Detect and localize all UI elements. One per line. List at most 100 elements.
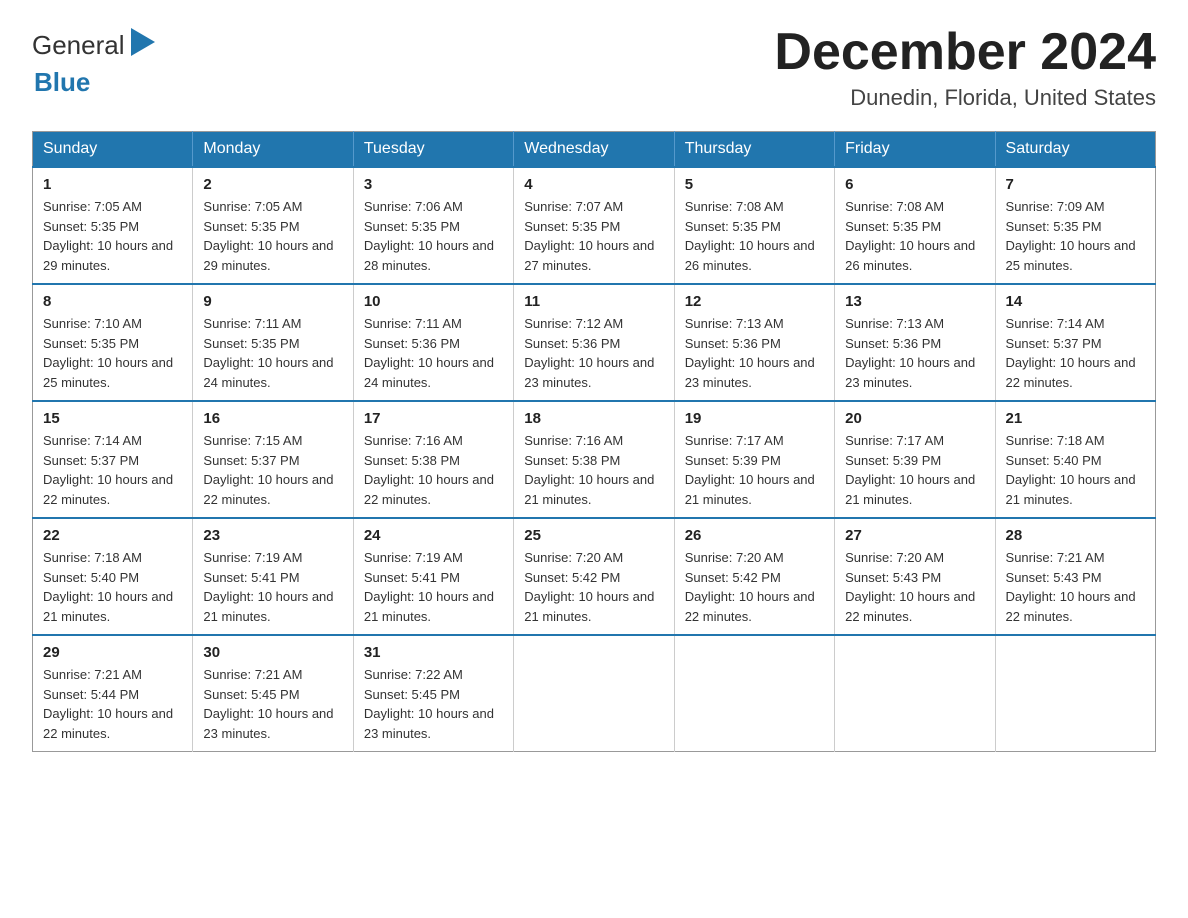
calendar-cell: 29 Sunrise: 7:21 AM Sunset: 5:44 PM Dayl… <box>33 635 193 752</box>
calendar-cell: 30 Sunrise: 7:21 AM Sunset: 5:45 PM Dayl… <box>193 635 353 752</box>
day-info: Sunrise: 7:20 AM Sunset: 5:42 PM Dayligh… <box>524 548 663 626</box>
day-number: 1 <box>43 176 182 193</box>
day-number: 25 <box>524 527 663 544</box>
day-info: Sunrise: 7:16 AM Sunset: 5:38 PM Dayligh… <box>364 431 503 509</box>
page-header: General Blue December 2024 Dunedin, Flor… <box>32 24 1156 111</box>
header-thursday: Thursday <box>674 132 834 168</box>
day-number: 16 <box>203 410 342 427</box>
day-info: Sunrise: 7:09 AM Sunset: 5:35 PM Dayligh… <box>1006 197 1145 275</box>
day-number: 23 <box>203 527 342 544</box>
calendar-week-row: 22 Sunrise: 7:18 AM Sunset: 5:40 PM Dayl… <box>33 518 1156 635</box>
day-number: 4 <box>524 176 663 193</box>
day-number: 10 <box>364 293 503 310</box>
day-number: 17 <box>364 410 503 427</box>
calendar-cell: 27 Sunrise: 7:20 AM Sunset: 5:43 PM Dayl… <box>835 518 995 635</box>
calendar-cell: 26 Sunrise: 7:20 AM Sunset: 5:42 PM Dayl… <box>674 518 834 635</box>
day-info: Sunrise: 7:14 AM Sunset: 5:37 PM Dayligh… <box>1006 314 1145 392</box>
day-number: 24 <box>364 527 503 544</box>
calendar-cell <box>835 635 995 752</box>
day-info: Sunrise: 7:08 AM Sunset: 5:35 PM Dayligh… <box>845 197 984 275</box>
day-info: Sunrise: 7:13 AM Sunset: 5:36 PM Dayligh… <box>845 314 984 392</box>
header-saturday: Saturday <box>995 132 1155 168</box>
day-number: 13 <box>845 293 984 310</box>
day-number: 27 <box>845 527 984 544</box>
day-info: Sunrise: 7:20 AM Sunset: 5:42 PM Dayligh… <box>685 548 824 626</box>
day-info: Sunrise: 7:12 AM Sunset: 5:36 PM Dayligh… <box>524 314 663 392</box>
calendar-cell: 25 Sunrise: 7:20 AM Sunset: 5:42 PM Dayl… <box>514 518 674 635</box>
calendar-cell: 20 Sunrise: 7:17 AM Sunset: 5:39 PM Dayl… <box>835 401 995 518</box>
day-number: 6 <box>845 176 984 193</box>
calendar-cell: 7 Sunrise: 7:09 AM Sunset: 5:35 PM Dayli… <box>995 167 1155 284</box>
day-info: Sunrise: 7:08 AM Sunset: 5:35 PM Dayligh… <box>685 197 824 275</box>
day-info: Sunrise: 7:11 AM Sunset: 5:36 PM Dayligh… <box>364 314 503 392</box>
calendar-cell: 3 Sunrise: 7:06 AM Sunset: 5:35 PM Dayli… <box>353 167 513 284</box>
calendar-cell: 19 Sunrise: 7:17 AM Sunset: 5:39 PM Dayl… <box>674 401 834 518</box>
calendar-cell: 5 Sunrise: 7:08 AM Sunset: 5:35 PM Dayli… <box>674 167 834 284</box>
day-number: 8 <box>43 293 182 310</box>
day-info: Sunrise: 7:20 AM Sunset: 5:43 PM Dayligh… <box>845 548 984 626</box>
header-friday: Friday <box>835 132 995 168</box>
calendar-week-row: 29 Sunrise: 7:21 AM Sunset: 5:44 PM Dayl… <box>33 635 1156 752</box>
day-number: 21 <box>1006 410 1145 427</box>
logo-general-text: General <box>32 30 125 61</box>
calendar-cell <box>514 635 674 752</box>
header-monday: Monday <box>193 132 353 168</box>
calendar-title: December 2024 <box>774 24 1156 81</box>
day-info: Sunrise: 7:05 AM Sunset: 5:35 PM Dayligh… <box>203 197 342 275</box>
calendar-cell: 18 Sunrise: 7:16 AM Sunset: 5:38 PM Dayl… <box>514 401 674 518</box>
day-number: 7 <box>1006 176 1145 193</box>
calendar-cell: 4 Sunrise: 7:07 AM Sunset: 5:35 PM Dayli… <box>514 167 674 284</box>
calendar-cell: 9 Sunrise: 7:11 AM Sunset: 5:35 PM Dayli… <box>193 284 353 401</box>
day-info: Sunrise: 7:17 AM Sunset: 5:39 PM Dayligh… <box>685 431 824 509</box>
day-info: Sunrise: 7:19 AM Sunset: 5:41 PM Dayligh… <box>203 548 342 626</box>
day-info: Sunrise: 7:21 AM Sunset: 5:43 PM Dayligh… <box>1006 548 1145 626</box>
calendar-week-row: 8 Sunrise: 7:10 AM Sunset: 5:35 PM Dayli… <box>33 284 1156 401</box>
day-number: 12 <box>685 293 824 310</box>
day-info: Sunrise: 7:21 AM Sunset: 5:44 PM Dayligh… <box>43 665 182 743</box>
calendar-week-row: 1 Sunrise: 7:05 AM Sunset: 5:35 PM Dayli… <box>33 167 1156 284</box>
calendar-cell: 6 Sunrise: 7:08 AM Sunset: 5:35 PM Dayli… <box>835 167 995 284</box>
calendar-cell: 31 Sunrise: 7:22 AM Sunset: 5:45 PM Dayl… <box>353 635 513 752</box>
day-number: 3 <box>364 176 503 193</box>
day-info: Sunrise: 7:15 AM Sunset: 5:37 PM Dayligh… <box>203 431 342 509</box>
header-wednesday: Wednesday <box>514 132 674 168</box>
calendar-cell: 24 Sunrise: 7:19 AM Sunset: 5:41 PM Dayl… <box>353 518 513 635</box>
calendar-cell: 14 Sunrise: 7:14 AM Sunset: 5:37 PM Dayl… <box>995 284 1155 401</box>
calendar-cell: 11 Sunrise: 7:12 AM Sunset: 5:36 PM Dayl… <box>514 284 674 401</box>
day-info: Sunrise: 7:18 AM Sunset: 5:40 PM Dayligh… <box>1006 431 1145 509</box>
day-number: 26 <box>685 527 824 544</box>
day-number: 9 <box>203 293 342 310</box>
calendar-subtitle: Dunedin, Florida, United States <box>774 85 1156 111</box>
logo: General Blue <box>32 24 163 98</box>
day-number: 29 <box>43 644 182 661</box>
day-info: Sunrise: 7:16 AM Sunset: 5:38 PM Dayligh… <box>524 431 663 509</box>
calendar-table: Sunday Monday Tuesday Wednesday Thursday… <box>32 131 1156 752</box>
day-number: 11 <box>524 293 663 310</box>
day-info: Sunrise: 7:22 AM Sunset: 5:45 PM Dayligh… <box>364 665 503 743</box>
day-info: Sunrise: 7:13 AM Sunset: 5:36 PM Dayligh… <box>685 314 824 392</box>
header-sunday: Sunday <box>33 132 193 168</box>
calendar-cell: 2 Sunrise: 7:05 AM Sunset: 5:35 PM Dayli… <box>193 167 353 284</box>
day-number: 14 <box>1006 293 1145 310</box>
calendar-cell: 16 Sunrise: 7:15 AM Sunset: 5:37 PM Dayl… <box>193 401 353 518</box>
day-number: 30 <box>203 644 342 661</box>
day-info: Sunrise: 7:05 AM Sunset: 5:35 PM Dayligh… <box>43 197 182 275</box>
day-info: Sunrise: 7:18 AM Sunset: 5:40 PM Dayligh… <box>43 548 182 626</box>
day-number: 19 <box>685 410 824 427</box>
day-number: 20 <box>845 410 984 427</box>
calendar-cell: 28 Sunrise: 7:21 AM Sunset: 5:43 PM Dayl… <box>995 518 1155 635</box>
day-info: Sunrise: 7:11 AM Sunset: 5:35 PM Dayligh… <box>203 314 342 392</box>
logo-blue-text: Blue <box>34 67 90 97</box>
day-info: Sunrise: 7:21 AM Sunset: 5:45 PM Dayligh… <box>203 665 342 743</box>
title-area: December 2024 Dunedin, Florida, United S… <box>774 24 1156 111</box>
calendar-cell <box>995 635 1155 752</box>
calendar-cell: 21 Sunrise: 7:18 AM Sunset: 5:40 PM Dayl… <box>995 401 1155 518</box>
day-info: Sunrise: 7:19 AM Sunset: 5:41 PM Dayligh… <box>364 548 503 626</box>
calendar-cell: 15 Sunrise: 7:14 AM Sunset: 5:37 PM Dayl… <box>33 401 193 518</box>
day-number: 5 <box>685 176 824 193</box>
day-info: Sunrise: 7:10 AM Sunset: 5:35 PM Dayligh… <box>43 314 182 392</box>
day-number: 2 <box>203 176 342 193</box>
calendar-cell: 8 Sunrise: 7:10 AM Sunset: 5:35 PM Dayli… <box>33 284 193 401</box>
day-number: 31 <box>364 644 503 661</box>
logo-combined: General <box>32 24 163 67</box>
